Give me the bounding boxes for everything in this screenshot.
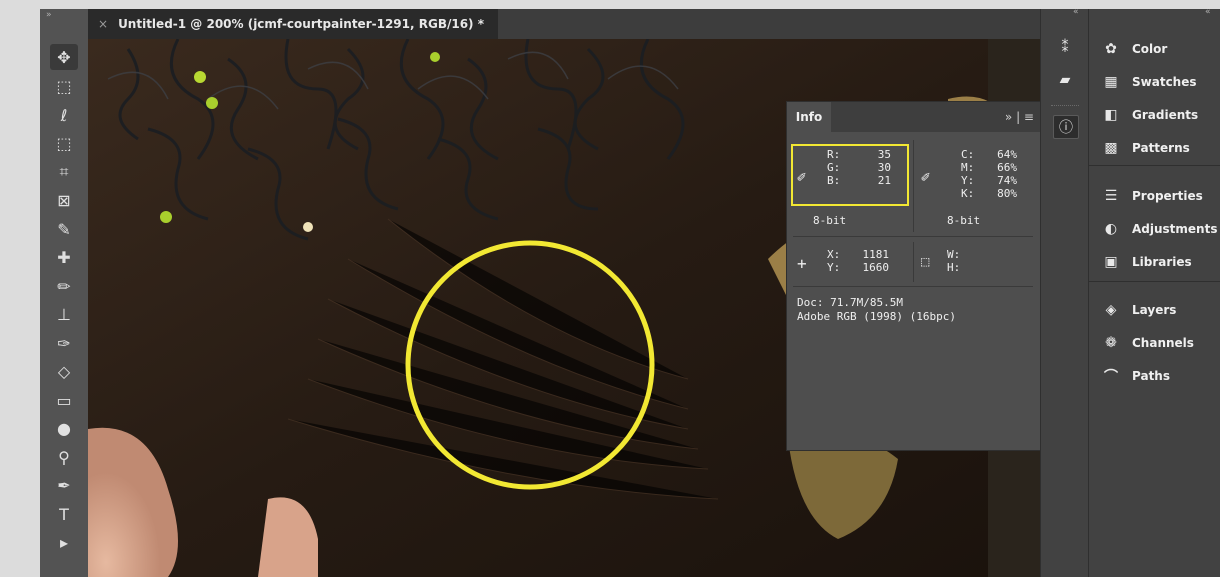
- x-value: 1181: [862, 248, 890, 261]
- panel-item-layers[interactable]: ◈ Layers: [1101, 299, 1177, 321]
- cmyk-eyedropper-icon: ✐: [921, 168, 931, 186]
- adjustments-icon: ◐: [1104, 221, 1118, 237]
- history-panel-icon[interactable]: ⁑: [1053, 37, 1077, 59]
- cmyk-bit-depth: 8-bit: [947, 214, 981, 227]
- collapse-dock-icon[interactable]: «: [1073, 9, 1078, 17]
- crosshair-icon: +: [797, 254, 807, 273]
- history-brush-tool-icon[interactable]: ✑: [50, 330, 78, 356]
- selection-size-icon: ⬚: [921, 254, 930, 270]
- clone-stamp-tool-icon[interactable]: ⊥: [50, 301, 78, 327]
- expand-toolbar-icon[interactable]: »: [46, 10, 51, 20]
- panel-item-properties[interactable]: ☰ Properties: [1101, 185, 1203, 207]
- y-value-pos: 1660: [862, 261, 890, 274]
- rgb-bit-depth: 8-bit: [813, 214, 847, 227]
- document-canvas[interactable]: Info » | ≡ ✐ R: G: B: 35 30 21 8-bit ✐ C…: [88, 39, 1040, 577]
- eyedropper-icon: ✐: [797, 168, 807, 186]
- w-label: W:: [947, 248, 961, 261]
- b-value: 21: [877, 174, 891, 187]
- panel-item-label: Color: [1132, 42, 1168, 56]
- move-tool-icon[interactable]: ✥: [50, 44, 78, 70]
- healing-brush-tool-icon[interactable]: ✚: [50, 244, 78, 270]
- panel-item-gradients[interactable]: ◧ Gradients: [1101, 104, 1198, 126]
- collapse-panels-icon[interactable]: «: [1205, 9, 1210, 17]
- blur-tool-icon[interactable]: ●: [50, 415, 78, 441]
- panel-item-label: Libraries: [1132, 255, 1192, 269]
- document-tab[interactable]: × Untitled-1 @ 200% (jcmf-courtpainter-1…: [88, 9, 498, 39]
- channels-icon: ❁: [1105, 335, 1117, 351]
- brush-tool-icon[interactable]: ✏: [50, 273, 78, 299]
- g-value: 30: [877, 161, 891, 174]
- y-pos-label: Y:: [827, 261, 841, 274]
- frame-tool-icon[interactable]: ⊠: [50, 187, 78, 213]
- panel-menu-icon[interactable]: » | ≡: [1005, 110, 1034, 124]
- panel-item-label: Patterns: [1132, 141, 1190, 155]
- crop-tool-icon[interactable]: ⌗: [50, 159, 78, 185]
- c-label: C:: [961, 148, 975, 161]
- pen-tool-icon[interactable]: ✒: [50, 472, 78, 498]
- r-label: R:: [827, 148, 841, 161]
- tools-panel: » ✥ ⬚ ℓ ⬚ ⌗ ⊠ ✎ ✚ ✏ ⊥ ✑ ◇ ▭ ● ⚲ ✒ T ▸: [40, 9, 88, 577]
- dodge-tool-icon[interactable]: ⚲: [50, 444, 78, 470]
- r-value: 35: [877, 148, 891, 161]
- panel-item-label: Gradients: [1132, 108, 1199, 122]
- panel-item-adjustments[interactable]: ◐ Adjustments: [1101, 218, 1218, 240]
- info-panel-icon[interactable]: ⓘ: [1053, 115, 1079, 139]
- y-value: 74%: [997, 174, 1017, 187]
- type-tool-icon[interactable]: T: [50, 501, 78, 527]
- gradients-icon: ◧: [1104, 107, 1118, 123]
- y-label: Y:: [961, 174, 975, 187]
- panel-item-channels[interactable]: ❁ Channels: [1101, 332, 1194, 354]
- color-profile: Adobe RGB (1998) (16bpc): [797, 310, 956, 323]
- document-title: Untitled-1 @ 200% (jcmf-courtpainter-129…: [118, 17, 484, 31]
- info-panel[interactable]: Info » | ≡ ✐ R: G: B: 35 30 21 8-bit ✐ C…: [786, 101, 1040, 451]
- info-panel-header: Info » | ≡: [787, 102, 1040, 132]
- object-select-tool-icon[interactable]: ⬚: [50, 130, 78, 156]
- panel-item-label: Adjustments: [1132, 222, 1218, 236]
- document-tab-bar: × Untitled-1 @ 200% (jcmf-courtpainter-1…: [88, 9, 1040, 39]
- panel-item-label: Properties: [1132, 189, 1203, 203]
- libraries-icon: ▣: [1104, 254, 1118, 270]
- c-value: 64%: [997, 148, 1017, 161]
- gradient-tool-icon[interactable]: ▭: [50, 387, 78, 413]
- h-label: H:: [947, 261, 961, 274]
- k-value: 80%: [997, 187, 1017, 200]
- lasso-tool-icon[interactable]: ℓ: [50, 102, 78, 128]
- photoshop-window: » ✥ ⬚ ℓ ⬚ ⌗ ⊠ ✎ ✚ ✏ ⊥ ✑ ◇ ▭ ● ⚲ ✒ T ▸ × Untitled-1 @ 200%…: [40, 9, 1220, 577]
- eraser-tool-icon[interactable]: ◇: [50, 358, 78, 384]
- rgb-readout-highlight: [791, 144, 909, 206]
- panel-item-label: Layers: [1132, 303, 1177, 317]
- panel-item-swatches[interactable]: ▦ Swatches: [1101, 71, 1197, 93]
- k-label: K:: [961, 187, 975, 200]
- doc-size: Doc: 71.7M/85.5M: [797, 296, 903, 309]
- paths-icon: ⌒: [1104, 369, 1118, 385]
- panel-item-libraries[interactable]: ▣ Libraries: [1101, 251, 1192, 273]
- color-icon: ✿: [1105, 41, 1117, 57]
- panel-item-label: Paths: [1132, 369, 1170, 383]
- eyedropper-tool-icon[interactable]: ✎: [50, 216, 78, 242]
- m-label: M:: [961, 161, 975, 174]
- layers-icon: ◈: [1105, 302, 1117, 318]
- properties-icon: ☰: [1104, 188, 1118, 204]
- patterns-icon: ▩: [1104, 140, 1118, 156]
- panel-item-paths[interactable]: ⌒ Paths: [1101, 365, 1170, 387]
- swatches-icon: ▦: [1104, 74, 1118, 90]
- b-label: B:: [827, 174, 841, 187]
- comments-panel-icon[interactable]: ▰: [1053, 69, 1077, 91]
- close-tab-icon[interactable]: ×: [98, 17, 108, 31]
- collapsed-panel-dock: « ⁑ ▰ ⓘ: [1040, 9, 1089, 577]
- path-select-tool-icon[interactable]: ▸: [50, 529, 78, 555]
- panel-item-label: Swatches: [1132, 75, 1197, 89]
- panels-dock: « ✿ Color ▦ Swatches ◧ Gradients ▩ Patterns ☰ Pro…: [1088, 9, 1220, 577]
- m-value: 66%: [997, 161, 1017, 174]
- info-tab[interactable]: Info: [787, 102, 831, 132]
- panel-item-color[interactable]: ✿ Color: [1101, 38, 1167, 60]
- panel-item-label: Channels: [1132, 336, 1194, 350]
- marquee-tool-icon[interactable]: ⬚: [50, 73, 78, 99]
- x-label: X:: [827, 248, 841, 261]
- g-label: G:: [827, 161, 841, 174]
- panel-item-patterns[interactable]: ▩ Patterns: [1101, 137, 1190, 159]
